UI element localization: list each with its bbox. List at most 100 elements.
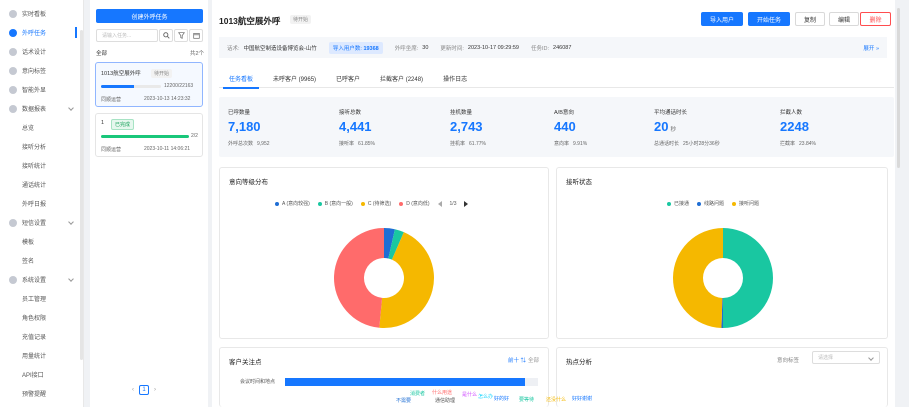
task-list-panel: 创建外呼任务 请输入任务... 全部 共2个 1013航空展外呼 待开始 122… [90,0,208,407]
legend-item[interactable]: 已接通 [667,200,689,207]
sidebar-sub-api[interactable]: API接口 [0,365,83,384]
create-task-button[interactable]: 创建外呼任务 [96,9,203,23]
display-icon [9,85,17,94]
intent-filter-label: 意向标签 [777,358,800,364]
sidebar-scrollbar[interactable] [80,30,83,360]
task-total-count: 共2个 [189,51,204,57]
sidebar-sub-recharge[interactable]: 充值记录 [0,327,83,346]
word-cloud-word[interactable]: 还没什么 [546,396,566,403]
chevron-down-icon: » [875,45,879,52]
legend-item[interactable]: A (意向较强) [275,200,310,207]
expand-toggle[interactable]: 展开 » [863,44,879,52]
main-scrollbar[interactable] [895,0,902,407]
sidebar-sub-daily-report[interactable]: 外呼日报 [0,194,83,213]
panel-title: 接听状态 [566,179,592,186]
search-icon [162,32,170,39]
delete-button[interactable]: 删除 [860,12,891,26]
task-card[interactable]: 1 已完成 2/2 同顺运营 2023-10-11 14:06:21 [95,113,203,157]
sidebar-item-outbound-task[interactable]: 外呼任务 [0,23,83,42]
filter-all-label[interactable]: 全部 [96,49,107,57]
legend-prev-icon[interactable] [437,200,442,207]
chevron-down-icon [68,276,74,282]
word-cloud-word[interactable]: 是什么 [462,391,477,398]
sidebar-item-script[interactable]: 话术设计 [0,42,83,61]
sidebar-item-dashboard[interactable]: 实时看板 [0,4,83,23]
imported-users: 导入用户数: 19368 [328,41,383,54]
panel-title: 意向等级分布 [229,179,268,186]
sidebar-sub-usage[interactable]: 用量统计 [0,346,83,365]
sidebar-sub-call-stats[interactable]: 通话统计 [0,175,83,194]
stat-intent: A/B意向 440 意向率 9.91% [554,110,588,147]
sidebar-sub-alert[interactable]: 预警提醒 [0,384,83,403]
word-cloud-word[interactable]: 好好谢谢 [572,395,592,402]
word-cloud-word[interactable]: 不需要 [396,397,411,404]
legend-item[interactable]: B (意向一般) [317,200,353,207]
next-page-button[interactable]: › [154,387,156,393]
word-cloud-word[interactable]: 什么用途 [432,389,452,396]
legend-item[interactable]: 接听问题 [732,200,759,207]
tab-task-board[interactable]: 任务看板 [219,68,263,89]
page-number[interactable]: 1 [139,385,149,395]
legend-item[interactable]: C (待筛选) [360,200,391,207]
task-owner: 同顺运营 [101,97,122,103]
legend-next-icon[interactable] [464,200,469,207]
sidebar-group-report[interactable]: 数据报表 [0,99,83,118]
tab-uncalled[interactable]: 未呼客户 (9965) [263,68,326,88]
donut-slice[interactable] [723,228,773,328]
chevron-down-icon [68,219,74,225]
filter-button[interactable] [174,29,188,42]
sidebar-group-system[interactable]: 系统设置 [0,270,83,289]
task-progress-count: 2/2 [191,133,198,139]
all-toggle[interactable]: 全部 [528,356,539,364]
task-id-value: 246087 [553,44,572,51]
stats-summary: 已呼数量 7,180 外呼总次数 9,952 接听总数 4,441 接听率 61.8… [219,97,894,157]
sidebar-sub-overview[interactable]: 总览 [0,118,83,137]
script-value: 中国航空制造设备博览会-山竹 [243,45,317,52]
legend-item[interactable]: D (意向低) [399,200,430,207]
sidebar-sub-template[interactable]: 模板 [0,232,83,251]
status-badge: 已完成 [111,119,135,130]
start-task-button[interactable]: 开始任务 [748,12,790,26]
chart-icon [9,104,17,113]
sidebar-group-sms[interactable]: 短信设置 [0,213,83,232]
edit-button[interactable]: 编辑 [829,12,859,26]
word-cloud-word[interactable]: 通信助理 [435,397,455,404]
intent-distribution-panel: 意向等级分布 A (意向较强) B (意向一般) C (待筛选) D (意向低)… [219,167,549,339]
intent-tag-select[interactable]: 请选择 [812,351,880,364]
sidebar-sub-answer-analysis[interactable]: 接听分析 [0,137,83,156]
donut-slice[interactable] [334,228,384,328]
task-time: 2023-10-13 14:23:32 [144,96,191,102]
tab-blocked[interactable]: 拦截客户 (2248) [370,68,433,88]
bar-label: 会议时间和地点 [240,379,276,385]
calendar-button[interactable] [189,29,203,42]
prev-page-button[interactable]: ‹ [132,387,134,393]
task-search-input[interactable]: 请输入任务... [96,29,158,42]
task-progress-bar [101,135,189,138]
search-button[interactable] [159,29,173,42]
word-cloud-word[interactable]: 消费者 [410,390,425,397]
word-cloud-word[interactable]: 好的好 [494,395,509,402]
tab-operation-log[interactable]: 操作日志 [433,68,477,88]
task-owner: 同顺运营 [101,147,122,153]
legend-item[interactable]: 线路问题 [697,200,724,207]
concurrency-value: 30 [422,44,429,51]
top-ten-toggle[interactable]: 前十 ⇅ [508,356,526,364]
donut-slice[interactable] [673,228,723,328]
sidebar-sub-roles[interactable]: 角色权限 [0,308,83,327]
task-card[interactable]: 1013航空展外呼 待开始 12200/22163 同顺运营 2023-10-1… [95,62,203,107]
message-icon [9,218,17,227]
word-cloud-word[interactable]: 怎么办 [478,393,493,400]
sidebar-sub-signature[interactable]: 签名 [0,251,83,270]
status-badge: 待开始 [290,15,312,24]
sidebar-sub-staff[interactable]: 员工管理 [0,289,83,308]
word-cloud-word[interactable]: 要等待 [519,396,534,403]
sidebar-sub-answer-stats[interactable]: 接听统计 [0,156,83,175]
task-info-bar: 话术: 中国航空制造设备博览会-山竹 导入用户数: 19368 外呼坐席: 30… [219,37,887,58]
import-users-button[interactable]: 导入用户 [701,12,743,26]
sidebar-item-intent-tag[interactable]: 意向标签 [0,61,83,80]
tab-called[interactable]: 已呼客户 [326,68,370,88]
sort-icon: ⇅ [520,358,527,364]
task-progress-bar [101,85,161,88]
sidebar-item-display[interactable]: 智能外显 [0,80,83,99]
copy-button[interactable]: 复制 [795,12,825,26]
